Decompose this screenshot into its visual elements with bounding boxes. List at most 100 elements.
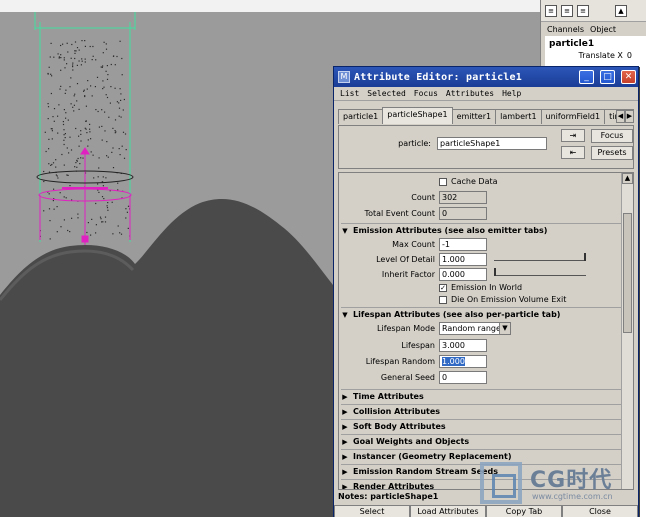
particle-dot — [49, 56, 51, 58]
goal-weights-section[interactable]: ▶ Goal Weights and Objects — [341, 434, 621, 448]
tab-uniformfield1[interactable]: uniformField1 — [540, 109, 606, 124]
particle-dot — [122, 131, 125, 133]
particle-dot — [63, 59, 65, 61]
particle-dot — [70, 149, 73, 151]
die-on-exit-checkbox[interactable] — [439, 296, 447, 304]
emission-attributes-section[interactable]: ▼ Emission Attributes (see also emitter … — [341, 223, 621, 237]
particle-dot — [83, 90, 85, 92]
minimize-button[interactable]: _ — [579, 70, 594, 84]
particle-dot — [63, 164, 65, 166]
cgtime-logo-icon — [480, 462, 522, 504]
output-connection-icon[interactable]: ⇤ — [561, 146, 585, 159]
particle-dot — [102, 221, 104, 223]
lifespan-random-field[interactable]: 1.000 — [439, 355, 487, 368]
close-icon[interactable]: ✕ — [621, 70, 636, 84]
node-type-label: particle: — [398, 139, 431, 148]
object-name[interactable]: particle1 — [549, 39, 642, 49]
inherit-factor-field[interactable]: 0.000 — [439, 268, 487, 281]
cache-data-checkbox[interactable] — [439, 178, 447, 186]
particle-dot — [51, 75, 53, 77]
vertical-scrollbar[interactable]: ▲ — [621, 173, 633, 489]
particle-dot — [123, 157, 126, 159]
particle-dot — [69, 231, 71, 233]
level-of-detail-field[interactable]: 1.000 — [439, 253, 487, 266]
menu-selected[interactable]: Selected — [367, 89, 406, 98]
tab-lambert1[interactable]: lambert1 — [495, 109, 542, 124]
particle-dot — [95, 202, 97, 205]
particle-dot — [64, 137, 66, 139]
node-name-field[interactable]: particleShape1 — [437, 137, 547, 150]
lifespan-mode-dropdown[interactable]: Random range ▼ — [439, 322, 511, 335]
attribute-scroll-area[interactable]: Cache Data Count 302 Total Event Count 0… — [338, 172, 634, 490]
particle-dot — [51, 163, 53, 166]
max-count-field[interactable]: -1 — [439, 238, 487, 251]
particle-dot — [101, 196, 104, 198]
particle-dot — [104, 130, 106, 132]
inherit-factor-label: Inherit Factor — [381, 270, 435, 279]
tab-particle1[interactable]: particle1 — [338, 109, 384, 124]
tab-scroll-right-icon[interactable]: ▶ — [625, 110, 634, 123]
title-bar[interactable]: M Attribute Editor: particle1 _ □ ✕ — [334, 67, 638, 87]
particle-dot — [86, 231, 88, 234]
lifespan-field[interactable]: 3.000 — [439, 339, 487, 352]
inherit-factor-slider[interactable] — [494, 268, 586, 276]
object-menu[interactable]: Object — [590, 25, 616, 34]
general-seed-label: General Seed — [380, 373, 435, 382]
emission-in-world-checkbox[interactable]: ✓ — [439, 284, 447, 292]
tab-particleshape1[interactable]: particleShape1 — [382, 107, 453, 124]
shapes-icon[interactable]: ▲ — [615, 4, 627, 17]
menu-help[interactable]: Help — [502, 89, 521, 98]
menu-attributes[interactable]: Attributes — [446, 89, 494, 98]
particle-dot — [50, 73, 52, 75]
particle-dot — [91, 95, 93, 97]
time-attributes-section[interactable]: ▶ Time Attributes — [341, 389, 621, 403]
particle-dot — [65, 117, 67, 119]
list-icon-3[interactable]: ≡ — [577, 4, 589, 17]
particle-dot — [48, 66, 50, 68]
channels-menu[interactable]: Channels — [547, 25, 584, 34]
particle-dot — [106, 96, 109, 99]
slider-knob[interactable] — [584, 253, 586, 261]
particle-dot — [95, 109, 97, 111]
slider-knob[interactable] — [494, 268, 496, 276]
particle-dot — [51, 130, 53, 132]
list-icon[interactable]: ≡ — [545, 4, 557, 17]
particle-dot — [64, 92, 66, 94]
particle-dot — [48, 148, 50, 150]
tab-scroll-left-icon[interactable]: ◀ — [616, 110, 625, 123]
presets-button[interactable]: Presets — [591, 146, 633, 160]
input-connection-icon[interactable]: ⇥ — [561, 129, 585, 142]
channel-value[interactable]: 0 — [627, 51, 632, 60]
particle-dot — [74, 57, 76, 60]
soft-body-attributes-section[interactable]: ▶ Soft Body Attributes — [341, 419, 621, 433]
scrollbar-thumb[interactable] — [623, 213, 632, 333]
particle-dot — [102, 185, 104, 187]
particle-dot — [50, 164, 52, 166]
particle-dot — [60, 69, 62, 71]
collision-attributes-section[interactable]: ▶ Collision Attributes — [341, 404, 621, 418]
select-button[interactable]: Select — [334, 505, 410, 517]
particle-dot — [92, 55, 94, 57]
lifespan-random-value: 1.000 — [442, 357, 465, 366]
particle-dot — [63, 129, 65, 131]
scroll-up-icon[interactable]: ▲ — [622, 173, 633, 184]
list-icon-2[interactable]: ≡ — [561, 4, 573, 17]
particle-dot — [125, 217, 127, 219]
particle-dot — [43, 210, 45, 212]
particle-dot — [117, 182, 119, 184]
level-of-detail-slider[interactable] — [494, 253, 586, 261]
particle-dot — [117, 225, 119, 227]
focus-button[interactable]: Focus — [591, 129, 633, 143]
maximize-button[interactable]: □ — [600, 70, 615, 84]
particle-dot — [95, 224, 97, 226]
menu-list[interactable]: List — [340, 89, 359, 98]
tab-emitter1[interactable]: emitter1 — [451, 109, 497, 124]
general-seed-field[interactable]: 0 — [439, 371, 487, 384]
channel-row[interactable]: Translate X 0 — [549, 51, 642, 60]
particle-dot — [86, 132, 88, 134]
particle-dot — [59, 192, 61, 194]
lifespan-attributes-section[interactable]: ▼ Lifespan Attributes (see also per-part… — [341, 307, 621, 321]
menu-focus[interactable]: Focus — [414, 89, 438, 98]
particle-dot — [63, 219, 65, 221]
particle-dot — [98, 126, 100, 128]
